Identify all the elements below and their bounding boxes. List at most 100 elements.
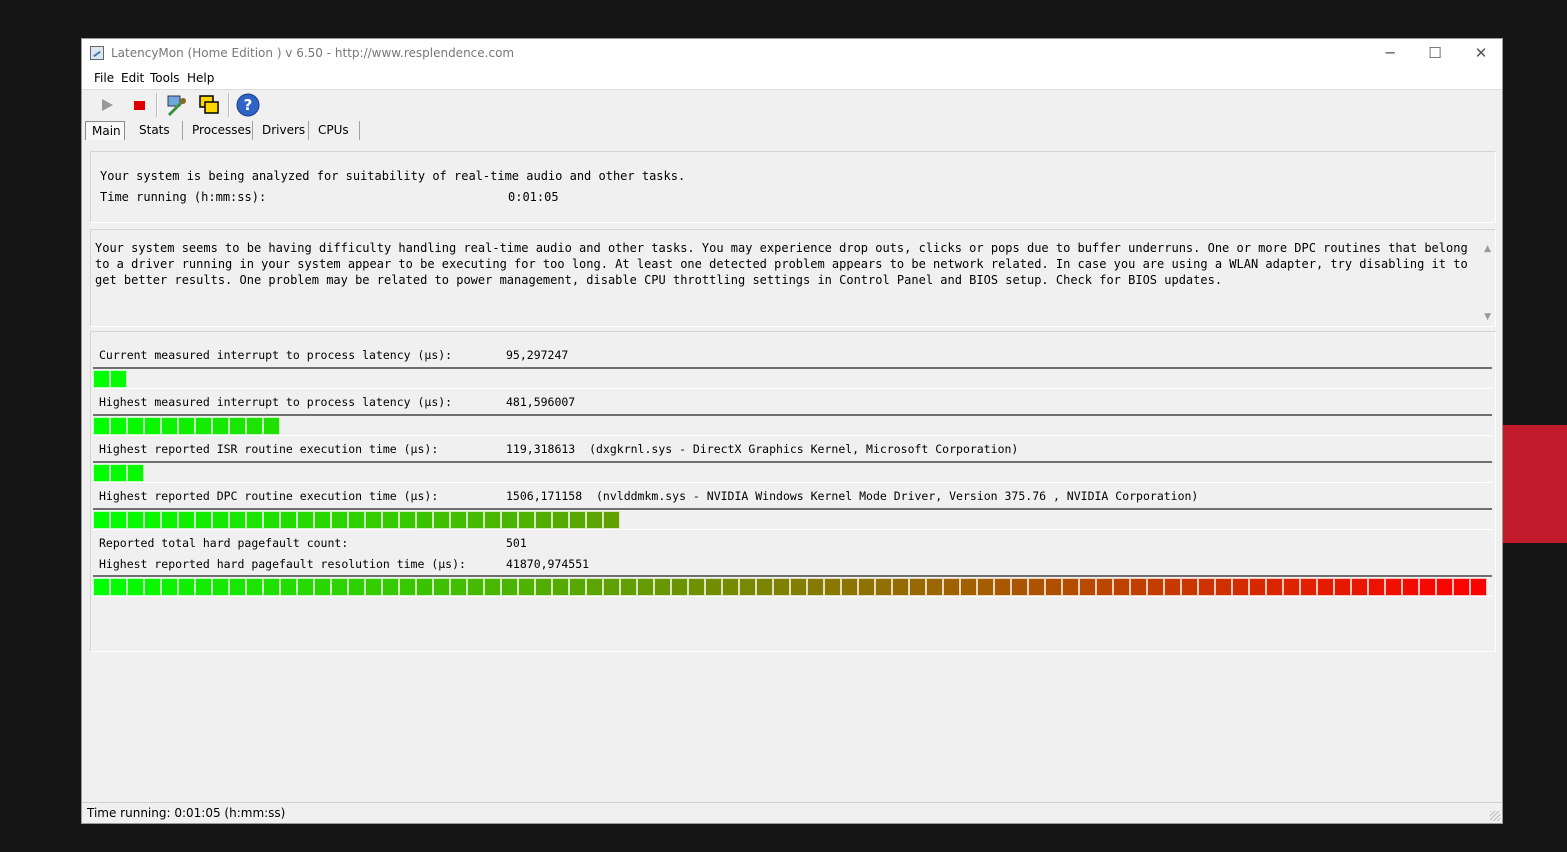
bar-segment xyxy=(280,511,297,529)
bar-segment xyxy=(926,578,943,596)
stop-icon[interactable] xyxy=(127,93,151,117)
bar-segment xyxy=(586,578,603,596)
bar-segment xyxy=(127,511,144,529)
driver-tool-icon[interactable] xyxy=(165,93,189,117)
bar-segment xyxy=(875,578,892,596)
tab-main[interactable]: Main xyxy=(85,121,125,140)
bar-segment xyxy=(1368,578,1385,596)
bar-segment xyxy=(178,578,195,596)
bar-segment xyxy=(365,578,382,596)
bar-segment xyxy=(348,578,365,596)
bar-segment xyxy=(161,417,178,435)
tab-drivers[interactable]: Drivers xyxy=(256,121,309,140)
bar-segment xyxy=(467,511,484,529)
bar-segment xyxy=(433,511,450,529)
bar-segment xyxy=(501,511,518,529)
bar-segment xyxy=(892,578,909,596)
bar-segment xyxy=(773,578,790,596)
bar-segment xyxy=(110,511,127,529)
title-bar[interactable]: LatencyMon (Home Edition ) v 6.50 - http… xyxy=(82,39,1502,69)
scroll-down-icon[interactable]: ▼ xyxy=(1484,312,1491,322)
bar-segment xyxy=(93,578,110,596)
metric-label-dpc-time: Highest reported DPC routine execution t… xyxy=(99,489,439,503)
bar-segment xyxy=(909,578,926,596)
bar-segment xyxy=(1402,578,1419,596)
bar-segment xyxy=(144,417,161,435)
bar-segment xyxy=(297,511,314,529)
bar-segment xyxy=(110,417,127,435)
bar-segment xyxy=(93,370,110,388)
tab-processes[interactable]: Processes xyxy=(186,121,253,140)
play-icon[interactable] xyxy=(95,93,119,117)
bar-segment xyxy=(467,578,484,596)
bar-segment xyxy=(943,578,960,596)
metric-value-dpc-time: 1506,171158 (nvlddmkm.sys - NVIDIA Windo… xyxy=(506,489,1199,503)
bar-segment xyxy=(246,417,263,435)
bar-segment xyxy=(1028,578,1045,596)
bar-segment xyxy=(195,511,212,529)
bar-segment xyxy=(1113,578,1130,596)
bar-segment xyxy=(501,578,518,596)
tab-cpus[interactable]: CPUs xyxy=(312,121,360,140)
bar-segment xyxy=(297,578,314,596)
metric-value-current-latency: 95,297247 xyxy=(506,348,569,362)
bar-segment xyxy=(569,578,586,596)
bar-dpc-time xyxy=(93,508,1492,530)
menu-tools[interactable]: Tools xyxy=(150,71,180,85)
window-title: LatencyMon (Home Edition ) v 6.50 - http… xyxy=(111,46,515,60)
bar-segment xyxy=(1011,578,1028,596)
bar-segment xyxy=(416,578,433,596)
tab-stats[interactable]: Stats xyxy=(133,121,183,140)
bar-segment xyxy=(569,511,586,529)
bar-pagefault-time xyxy=(93,575,1492,597)
bar-segment xyxy=(280,578,297,596)
bar-segment xyxy=(1045,578,1062,596)
bar-segment xyxy=(535,511,552,529)
bar-segment xyxy=(382,511,399,529)
bar-segment xyxy=(450,511,467,529)
bar-segment xyxy=(603,511,620,529)
bar-segment xyxy=(1232,578,1249,596)
metrics-panel: Current measured interrupt to process la… xyxy=(90,331,1496,652)
menu-edit[interactable]: Edit xyxy=(121,71,144,85)
bar-segment xyxy=(1249,578,1266,596)
metric-label-isr-time: Highest reported ISR routine execution t… xyxy=(99,442,439,456)
bar-segment xyxy=(212,417,229,435)
bar-segment xyxy=(1436,578,1453,596)
scroll-up-icon[interactable]: ▲ xyxy=(1484,244,1491,254)
help-icon[interactable]: ? xyxy=(236,93,260,117)
windows-icon[interactable] xyxy=(197,93,221,117)
bar-segment xyxy=(212,511,229,529)
menu-help[interactable]: Help xyxy=(187,71,214,85)
menu-file[interactable]: File xyxy=(94,71,114,85)
metric-label-current-latency: Current measured interrupt to process la… xyxy=(99,348,453,362)
bar-segment xyxy=(229,417,246,435)
bar-segment xyxy=(552,511,569,529)
bar-segment xyxy=(994,578,1011,596)
metric-value-pagefault-time: 41870,974551 xyxy=(506,557,590,571)
minimize-button[interactable]: ─ xyxy=(1367,39,1413,69)
bar-segment xyxy=(671,578,688,596)
bar-segment xyxy=(1453,578,1470,596)
advice-panel: Your system seems to be having difficult… xyxy=(90,229,1496,327)
maximize-button[interactable]: ☐ xyxy=(1412,39,1458,69)
bar-segment xyxy=(705,578,722,596)
bar-segment xyxy=(1147,578,1164,596)
bar-segment xyxy=(552,578,569,596)
app-window: LatencyMon (Home Edition ) v 6.50 - http… xyxy=(81,38,1503,824)
metric-label-pagefault-time: Highest reported hard pagefault resoluti… xyxy=(99,557,466,571)
bar-segment xyxy=(603,578,620,596)
bar-segment xyxy=(1164,578,1181,596)
bar-segment xyxy=(824,578,841,596)
resize-grip-icon[interactable] xyxy=(1490,811,1500,821)
bar-segment xyxy=(365,511,382,529)
close-button[interactable]: ✕ xyxy=(1458,39,1504,69)
analysis-status: Your system is being analyzed for suitab… xyxy=(100,169,686,183)
bar-segment xyxy=(127,578,144,596)
bar-segment xyxy=(518,578,535,596)
bar-segment xyxy=(586,511,603,529)
bar-segment xyxy=(229,578,246,596)
bar-highest-latency xyxy=(93,414,1492,436)
bar-segment xyxy=(161,511,178,529)
bar-segment xyxy=(722,578,739,596)
